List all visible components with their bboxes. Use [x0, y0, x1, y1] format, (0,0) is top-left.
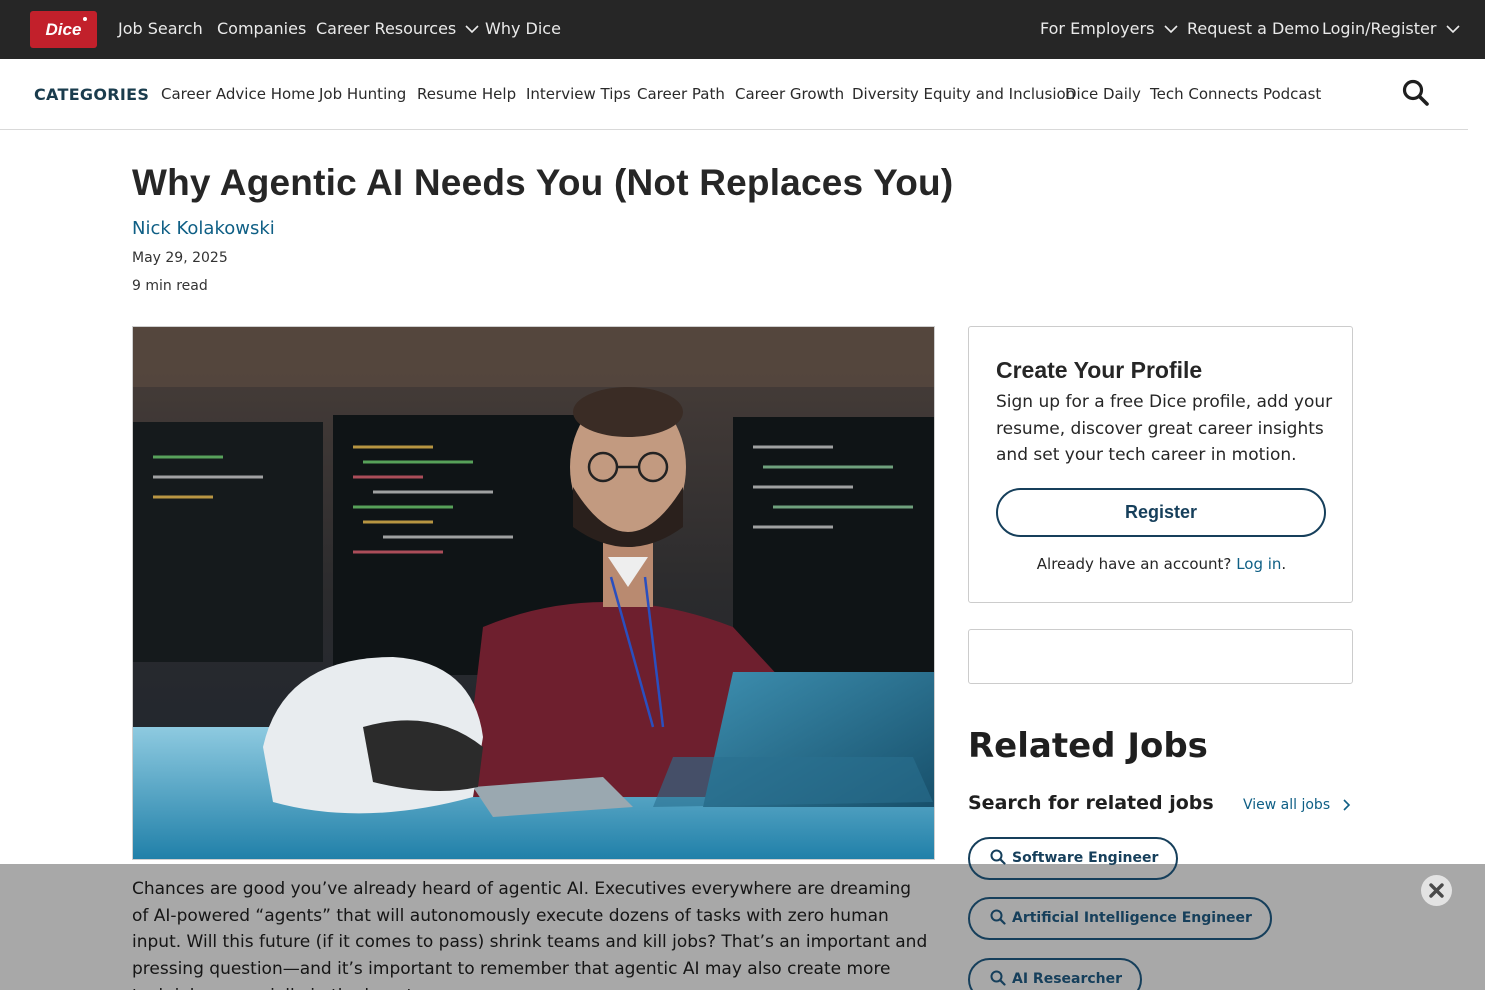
nav-job-search[interactable]: Job Search — [118, 19, 203, 38]
search-icon — [990, 909, 1006, 925]
category-career-path[interactable]: Career Path — [637, 85, 725, 103]
category-career-advice-home[interactable]: Career Advice Home — [161, 85, 315, 103]
category-diversity[interactable]: Diversity Equity and Inclusion — [852, 85, 1075, 103]
hero-image — [132, 326, 935, 860]
related-job-label: Software Engineer — [1012, 850, 1159, 866]
related-job-ai-engineer[interactable]: Artificial Intelligence Engineer — [968, 897, 1272, 940]
related-job-software-engineer[interactable]: Software Engineer — [968, 837, 1179, 880]
category-job-hunting[interactable]: Job Hunting — [319, 85, 406, 103]
related-job-label: AI Researcher — [1012, 971, 1123, 987]
related-jobs-title: Related Jobs — [968, 726, 1208, 766]
nav-companies[interactable]: Companies — [217, 19, 306, 38]
view-all-jobs-link[interactable]: View all jobs — [1243, 797, 1351, 813]
close-icon — [1429, 883, 1444, 898]
chevron-down-icon — [465, 25, 479, 34]
categories-title: CATEGORIES — [34, 85, 150, 104]
nav-login-register[interactable]: Login/Register — [1322, 19, 1460, 38]
related-job-ai-researcher[interactable]: AI Researcher — [968, 958, 1143, 990]
related-job-label: Artificial Intelligence Engineer — [1012, 910, 1252, 926]
nav-for-employers[interactable]: For Employers — [1040, 19, 1178, 38]
chevron-right-icon — [1343, 799, 1350, 811]
login-prompt-suffix: . — [1281, 555, 1287, 573]
article-date: May 29, 2025 — [132, 250, 228, 266]
nav-career-resources[interactable]: Career Resources — [316, 19, 479, 38]
create-profile-card: Create Your Profile Sign up for a free D… — [968, 326, 1353, 603]
nav-request-demo[interactable]: Request a Demo — [1187, 19, 1320, 38]
nav-login-register-label: Login/Register — [1322, 19, 1437, 38]
registered-mark — [83, 17, 87, 21]
dice-logo[interactable]: Dice — [30, 11, 97, 48]
category-tech-connects-podcast[interactable]: Tech Connects Podcast — [1150, 85, 1321, 103]
close-overlay-button[interactable] — [1421, 875, 1452, 906]
ad-placeholder — [968, 629, 1353, 684]
top-navigation: Dice Job Search Companies Career Resourc… — [0, 0, 1485, 59]
related-jobs-subtitle: Search for related jobs — [968, 792, 1214, 814]
nav-career-resources-label: Career Resources — [316, 19, 457, 38]
view-all-jobs-label: View all jobs — [1243, 797, 1331, 813]
article-title: Why Agentic AI Needs You (Not Replaces Y… — [132, 162, 954, 203]
category-interview-tips[interactable]: Interview Tips — [526, 85, 631, 103]
login-prompt: Already have an account? Log in. — [969, 555, 1354, 573]
chevron-down-icon — [1445, 25, 1460, 34]
register-button[interactable]: Register — [996, 488, 1326, 537]
article-author[interactable]: Nick Kolakowski — [132, 218, 275, 239]
nav-why-dice[interactable]: Why Dice — [485, 19, 561, 38]
search-icon[interactable] — [1401, 78, 1431, 108]
nav-for-employers-label: For Employers — [1040, 19, 1155, 38]
categories-bar: CATEGORIES Career Advice Home Job Huntin… — [0, 59, 1468, 130]
category-dice-daily[interactable]: Dice Daily — [1065, 85, 1141, 103]
profile-card-title: Create Your Profile — [996, 357, 1203, 383]
chevron-down-icon — [1163, 25, 1178, 34]
profile-card-text: Sign up for a free Dice profile, add you… — [996, 392, 1333, 465]
search-icon — [990, 970, 1006, 986]
search-icon — [990, 849, 1006, 865]
logo-text: Dice — [45, 20, 82, 39]
hero-photo-illustration — [133, 327, 934, 859]
category-resume-help[interactable]: Resume Help — [417, 85, 516, 103]
category-career-growth[interactable]: Career Growth — [735, 85, 844, 103]
login-link[interactable]: Log in — [1236, 555, 1281, 573]
login-prompt-text: Already have an account? — [1036, 555, 1232, 573]
article-read-time: 9 min read — [132, 278, 208, 294]
